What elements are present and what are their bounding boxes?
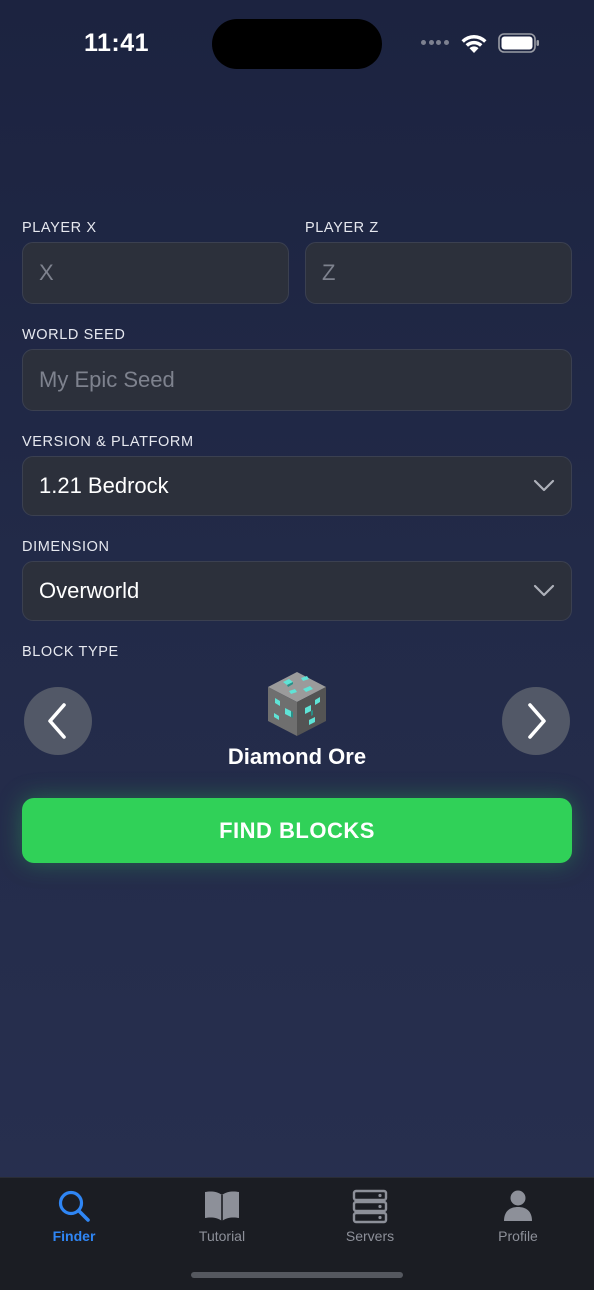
world-seed-field-container	[22, 349, 572, 411]
dimension-select[interactable]: Overworld	[22, 561, 572, 621]
player-x-field-container	[22, 242, 289, 304]
chevron-down-icon	[533, 479, 555, 492]
tab-servers[interactable]: Servers	[310, 1188, 430, 1244]
player-z-label: PLAYER Z	[305, 220, 379, 236]
dimension-label: DIMENSION	[22, 539, 110, 555]
block-type-name: Diamond Ore	[227, 744, 367, 769]
book-icon	[205, 1191, 239, 1221]
tab-finder[interactable]: Finder	[14, 1188, 134, 1244]
server-icon	[352, 1189, 388, 1224]
version-platform-label: VERSION & PLATFORM	[22, 434, 194, 450]
player-x-input[interactable]	[39, 260, 272, 286]
home-indicator	[191, 1272, 403, 1278]
chevron-down-icon	[533, 584, 555, 597]
version-platform-value: 1.21 Bedrock	[39, 473, 169, 498]
tab-label: Servers	[345, 1228, 395, 1244]
find-blocks-button[interactable]: FIND BLOCKS	[22, 798, 572, 863]
tab-profile[interactable]: Profile	[458, 1188, 578, 1244]
person-icon	[504, 1190, 532, 1221]
player-z-field-container	[305, 242, 572, 304]
tab-label: Profile	[498, 1228, 538, 1244]
tab-tutorial[interactable]: Tutorial	[162, 1188, 282, 1244]
wifi-icon	[461, 34, 487, 53]
tab-label: Finder	[52, 1228, 96, 1244]
world-seed-input[interactable]	[39, 367, 555, 393]
cellular-signal-icon	[421, 40, 453, 48]
battery-icon	[498, 33, 539, 53]
chevron-right-icon	[528, 703, 546, 739]
player-x-label: PLAYER X	[22, 220, 97, 236]
dynamic-island	[212, 19, 382, 69]
version-platform-select[interactable]: 1.21 Bedrock	[22, 456, 572, 516]
status-bar: 11:41	[0, 0, 594, 90]
chevron-left-icon	[48, 703, 66, 739]
next-block-button[interactable]	[502, 687, 570, 755]
dimension-value: Overworld	[39, 578, 140, 603]
search-icon	[58, 1190, 90, 1222]
diamond-ore-icon	[268, 672, 326, 736]
tab-label: Tutorial	[198, 1228, 246, 1244]
player-z-input[interactable]	[322, 260, 555, 286]
block-type-label: BLOCK TYPE	[22, 644, 119, 660]
world-seed-label: WORLD SEED	[22, 327, 126, 343]
status-time: 11:41	[84, 29, 150, 57]
